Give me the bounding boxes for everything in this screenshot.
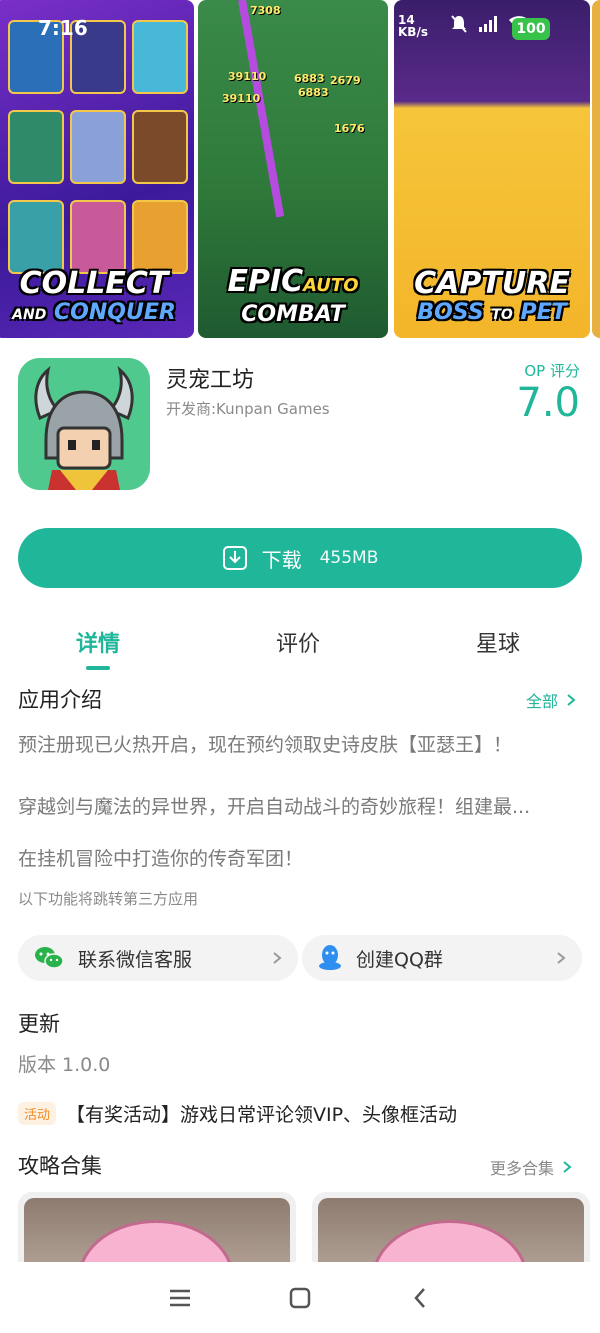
intro-more-link[interactable]: 全部 (526, 688, 576, 712)
qq-penguin-icon (319, 945, 341, 970)
caption-epic: EPIC (227, 264, 304, 299)
tab-planet[interactable]: 星球 (438, 626, 558, 658)
battery-indicator: 100 (512, 18, 550, 40)
damage-number: 39110 (228, 70, 267, 83)
chevron-right-icon (557, 952, 566, 964)
knight-avatar-icon (18, 358, 150, 490)
download-button[interactable]: 下载 455MB (18, 528, 582, 588)
guides-more-label: 更多合集 (490, 1159, 555, 1178)
download-label: 下载 (261, 547, 302, 572)
network-speed: 14 KB/s (398, 14, 428, 38)
card-tile (8, 200, 64, 274)
screenshot-1-caption: COLLECT AND CONQUER (0, 268, 194, 328)
app-name: 灵宠工坊 (166, 368, 255, 393)
card-tile (132, 200, 188, 274)
screenshot-3-caption: CAPTURE BOSS TO PET (394, 268, 590, 328)
nav-menu-button[interactable] (160, 1278, 200, 1318)
wechat-service-button[interactable]: 联系微信客服 (18, 935, 298, 981)
card-tile (70, 200, 126, 274)
tab-indicator (86, 666, 110, 670)
damage-number: 2679 (330, 74, 361, 87)
wechat-service-label: 联系微信客服 (78, 948, 193, 971)
system-navigation-bar (0, 1262, 600, 1333)
op-rating-score: 7.0 (516, 380, 580, 426)
caption-and: AND (12, 307, 47, 323)
download-size: 455MB (319, 548, 379, 568)
download-icon (222, 546, 247, 570)
screenshot-2-caption: EPICAUTO COMBAT (198, 266, 388, 328)
create-qq-group-label: 创建QQ群 (356, 948, 443, 971)
net-speed-unit: KB/s (398, 25, 428, 39)
menu-icon (170, 1289, 190, 1306)
mute-icon (451, 15, 467, 33)
wechat-icon (35, 947, 64, 969)
caption-boss: BOSS (417, 300, 484, 325)
intro-more-label: 全部 (526, 692, 559, 711)
developer-name[interactable]: 开发商:Kunpan Games (166, 398, 330, 419)
back-chevron-icon (414, 1287, 425, 1308)
card-tile (70, 110, 126, 184)
intro-line-1: 预注册现已火热开启，现在预约领取史诗皮肤【亚瑟王】！ (18, 734, 513, 756)
status-bar: 7:16 14 KB/s 100 (0, 0, 600, 52)
op-rating-label: OP 评分 (524, 362, 580, 380)
guides-more-link[interactable]: 更多合集 (490, 1155, 572, 1179)
chevron-right-icon (273, 952, 282, 964)
activity-badge: 活动 (18, 1102, 57, 1125)
caption-line: COLLECT (19, 266, 169, 301)
tab-details[interactable]: 详情 (38, 626, 158, 658)
home-square-icon (289, 1287, 311, 1308)
guides-title: 攻略合集 (18, 1154, 102, 1178)
damage-number: 6883 (298, 86, 329, 99)
clock: 7:16 (38, 16, 88, 40)
caption-combat: COMBAT (241, 302, 345, 327)
app-icon (18, 358, 150, 490)
caption-to: TO (491, 307, 513, 323)
tab-reviews[interactable]: 评价 (238, 626, 358, 658)
caption-capture: CAPTURE (414, 266, 570, 301)
nav-home-button[interactable] (280, 1278, 320, 1318)
intro-line-2: 穿越剑与魔法的异世界，开启自动战斗的奇妙旅程！组建最... (18, 796, 531, 818)
nav-back-button[interactable] (400, 1278, 440, 1318)
chevron-right-icon (567, 694, 576, 706)
damage-number: 6883 (294, 72, 325, 85)
caption-auto: AUTO (303, 275, 359, 296)
intro-title: 应用介绍 (18, 688, 102, 712)
damage-number: 1676 (334, 122, 365, 135)
activity-link[interactable]: 【有奖活动】游戏日常评论领VIP、头像框活动 (66, 1100, 457, 1127)
third-party-note: 以下功能将跳转第三方应用 (18, 890, 199, 908)
version-text: 版本 1.0.0 (18, 1054, 111, 1076)
create-qq-group-button[interactable]: 创建QQ群 (302, 935, 582, 981)
update-title: 更新 (18, 1012, 60, 1036)
chevron-right-icon (563, 1161, 572, 1173)
caption-conquer: CONQUER (54, 300, 176, 325)
card-tile (132, 110, 188, 184)
card-tile (8, 110, 64, 184)
signal-icon (479, 16, 497, 32)
damage-number: 39110 (222, 92, 261, 105)
caption-pet: PET (520, 300, 567, 325)
intro-line-3: 在挂机冒险中打造你的传奇军团！ (18, 848, 304, 870)
